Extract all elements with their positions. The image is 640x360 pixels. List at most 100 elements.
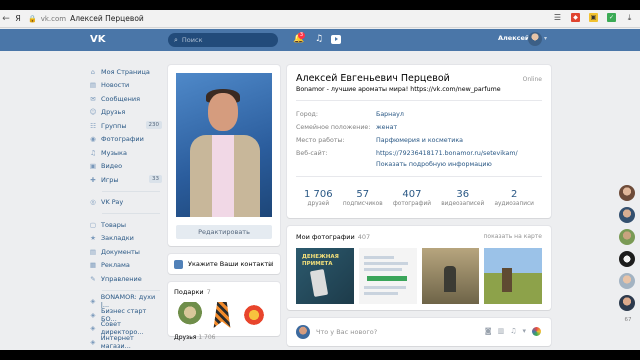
edit-profile-button[interactable]: Редактировать [176, 225, 272, 239]
profile-counter[interactable]: 36 видеозаписей [441, 189, 484, 207]
sidebar-item[interactable]: ▤ Новости [88, 79, 164, 93]
user-name[interactable]: Алексей [498, 34, 529, 42]
detail-value[interactable]: Парфюмерия и косметика [376, 137, 463, 144]
detail-key: Город: [296, 111, 319, 118]
sidebar-item[interactable]: ♫ Музыка [88, 146, 164, 160]
sidebar-item[interactable]: ☷ Группы 230 [88, 119, 164, 133]
photo-thumbnail[interactable] [358, 248, 417, 304]
new-post-box[interactable]: Что у Вас нового? ◙ ▥ ♫ ▾ [287, 318, 551, 346]
post-input[interactable]: Что у Вас нового? [316, 328, 377, 336]
sidebar-item-icon: ◈ [90, 337, 96, 346]
count-badge: 230 [145, 121, 162, 129]
sidebar-item[interactable]: ◉ Фотографии [88, 133, 164, 147]
sidebar-item-label: Моя Страница [101, 67, 150, 76]
sidebar-item-icon: ✎ [90, 274, 96, 283]
sidebar-item-icon: ▤ [89, 81, 97, 90]
profile-counter[interactable]: 407 фотографий [393, 189, 431, 207]
address-bar[interactable]: 🔒 vk.com Алексей Перцевой [28, 14, 144, 23]
extension-icon[interactable]: ▣ [589, 13, 598, 22]
friend-avatar[interactable] [619, 229, 635, 245]
yandex-icon[interactable]: Я [12, 14, 24, 23]
friend-avatar[interactable] [619, 185, 635, 201]
gifts-block[interactable]: Подарки 7 Друзья 1 706 [168, 282, 280, 341]
online-count: 67 [624, 317, 632, 323]
counter-number: 36 [456, 189, 470, 200]
sidebar-item-icon: ★ [90, 234, 96, 243]
profile-counter[interactable]: 1 706 друзей [304, 189, 333, 207]
detail-value[interactable]: женат [376, 124, 397, 131]
play-icon[interactable] [331, 35, 341, 44]
friend-avatar[interactable] [619, 295, 635, 311]
photo-thumbnail[interactable] [484, 248, 542, 304]
sidebar-item-label: Игры [101, 175, 119, 184]
back-icon[interactable]: ← [0, 14, 12, 24]
friend-avatar[interactable] [619, 207, 635, 223]
more-icon[interactable]: ▾ [522, 327, 526, 336]
sidebar: ⌂ Моя Страница ▤ Новости ✉ Сообщения ☺ Друзья ☷ Г… [88, 65, 164, 350]
contacts-prompt[interactable]: Укажите Ваши контакты ✕ [168, 254, 280, 274]
sidebar-item[interactable]: ▤ Документы [88, 245, 164, 259]
status-text[interactable]: Bonamor - лучшие ароматы мира! https://v… [296, 86, 542, 93]
sidebar-item-label: Товары [101, 220, 127, 229]
sidebar-item[interactable]: ✉ Сообщения [88, 92, 164, 106]
sidebar-item[interactable]: ▦ Реклама [88, 259, 164, 273]
music-icon[interactable]: ♫ [510, 327, 516, 336]
avatar[interactable] [528, 32, 542, 46]
detail-value[interactable]: Барнаул [376, 111, 404, 118]
profile-counter[interactable]: 57 подписчиков [343, 189, 383, 207]
extension-icon[interactable]: ◆ [571, 13, 580, 22]
gifts-title: Подарки 7 [174, 288, 211, 296]
detail-key: Место работы: [296, 137, 345, 144]
gift-soldier-icon[interactable] [178, 302, 202, 328]
sidebar-item[interactable]: ☺ Друзья [88, 106, 164, 120]
friend-avatar[interactable] [619, 251, 635, 267]
menu-icon[interactable]: ☰ [553, 13, 562, 22]
detail-value[interactable]: https://79236418171.bonamor.ru/setevikam… [376, 150, 518, 157]
sidebar-item-label: Группы [101, 121, 127, 130]
sidebar-item[interactable]: ◈ Интернет магази... [88, 334, 164, 350]
close-icon[interactable]: ✕ [268, 260, 274, 268]
photo-thumbnail[interactable] [421, 248, 480, 304]
avatar [296, 325, 310, 339]
gift-ribbon-icon[interactable] [213, 302, 231, 328]
show-more-link[interactable]: Показать подробную информацию [376, 161, 542, 168]
search-box[interactable]: ⌕ [168, 33, 278, 47]
sidebar-item[interactable]: ★ Закладки [88, 232, 164, 246]
counter-label: аудиозаписи [494, 201, 534, 207]
thumbnail-caption: ДЕНЕЖНАЯ ПРИМЕТА [302, 254, 339, 267]
sidebar-item-label: Управление [101, 274, 142, 283]
download-icon[interactable]: ⤓ [625, 13, 634, 22]
sidebar-item[interactable]: ◎ VK Pay [88, 196, 164, 210]
video-icon[interactable]: ▥ [498, 327, 505, 336]
detail-row: Город: Барнаул [296, 108, 542, 121]
sidebar-item-label: Новости [101, 81, 130, 90]
search-input[interactable] [181, 36, 262, 44]
sidebar-item[interactable]: ▣ Видео [88, 160, 164, 174]
friend-avatar[interactable] [619, 273, 635, 289]
url-title: Алексей Перцевой [70, 14, 144, 23]
photo-thumbnail[interactable]: ДЕНЕЖНАЯ ПРИМЕТА [296, 248, 354, 304]
color-palette-icon[interactable] [532, 327, 541, 336]
vk-logo[interactable]: VK [90, 33, 106, 47]
camera-icon[interactable]: ◙ [485, 327, 492, 336]
extension-icon[interactable]: ✓ [607, 13, 616, 22]
profile-photo-card: Редактировать [168, 65, 280, 246]
friends-title[interactable]: Друзья 1 706 [174, 334, 274, 344]
sidebar-item-icon: ☺ [89, 108, 97, 117]
profile-counter[interactable]: 2 аудиозаписи [495, 189, 534, 207]
screen: ← Я 🔒 vk.com Алексей Перцевой ☰ ◆ ▣ ✓ ⤓ … [0, 10, 640, 350]
sidebar-item[interactable]: ⌂ Моя Страница [88, 65, 164, 79]
gift-star-icon[interactable] [242, 302, 266, 328]
detail-key: Семейное положение: [296, 124, 371, 131]
profile-photo[interactable] [176, 73, 272, 217]
sidebar-item[interactable]: ✎ Управление [88, 272, 164, 286]
sidebar-item[interactable]: ▢ Товары [88, 218, 164, 232]
show-on-map-link[interactable]: показать на карте [483, 233, 542, 240]
sidebar-item-label: Закладки [101, 234, 134, 243]
music-icon[interactable]: ♫ [315, 34, 323, 45]
divider [102, 190, 160, 192]
sidebar-item[interactable]: ✚ Игры 33 [88, 173, 164, 187]
chevron-down-icon[interactable]: ▾ [544, 35, 547, 42]
notifications-badge: 3 [298, 32, 305, 39]
sidebar-item-label: Реклама [101, 261, 130, 270]
